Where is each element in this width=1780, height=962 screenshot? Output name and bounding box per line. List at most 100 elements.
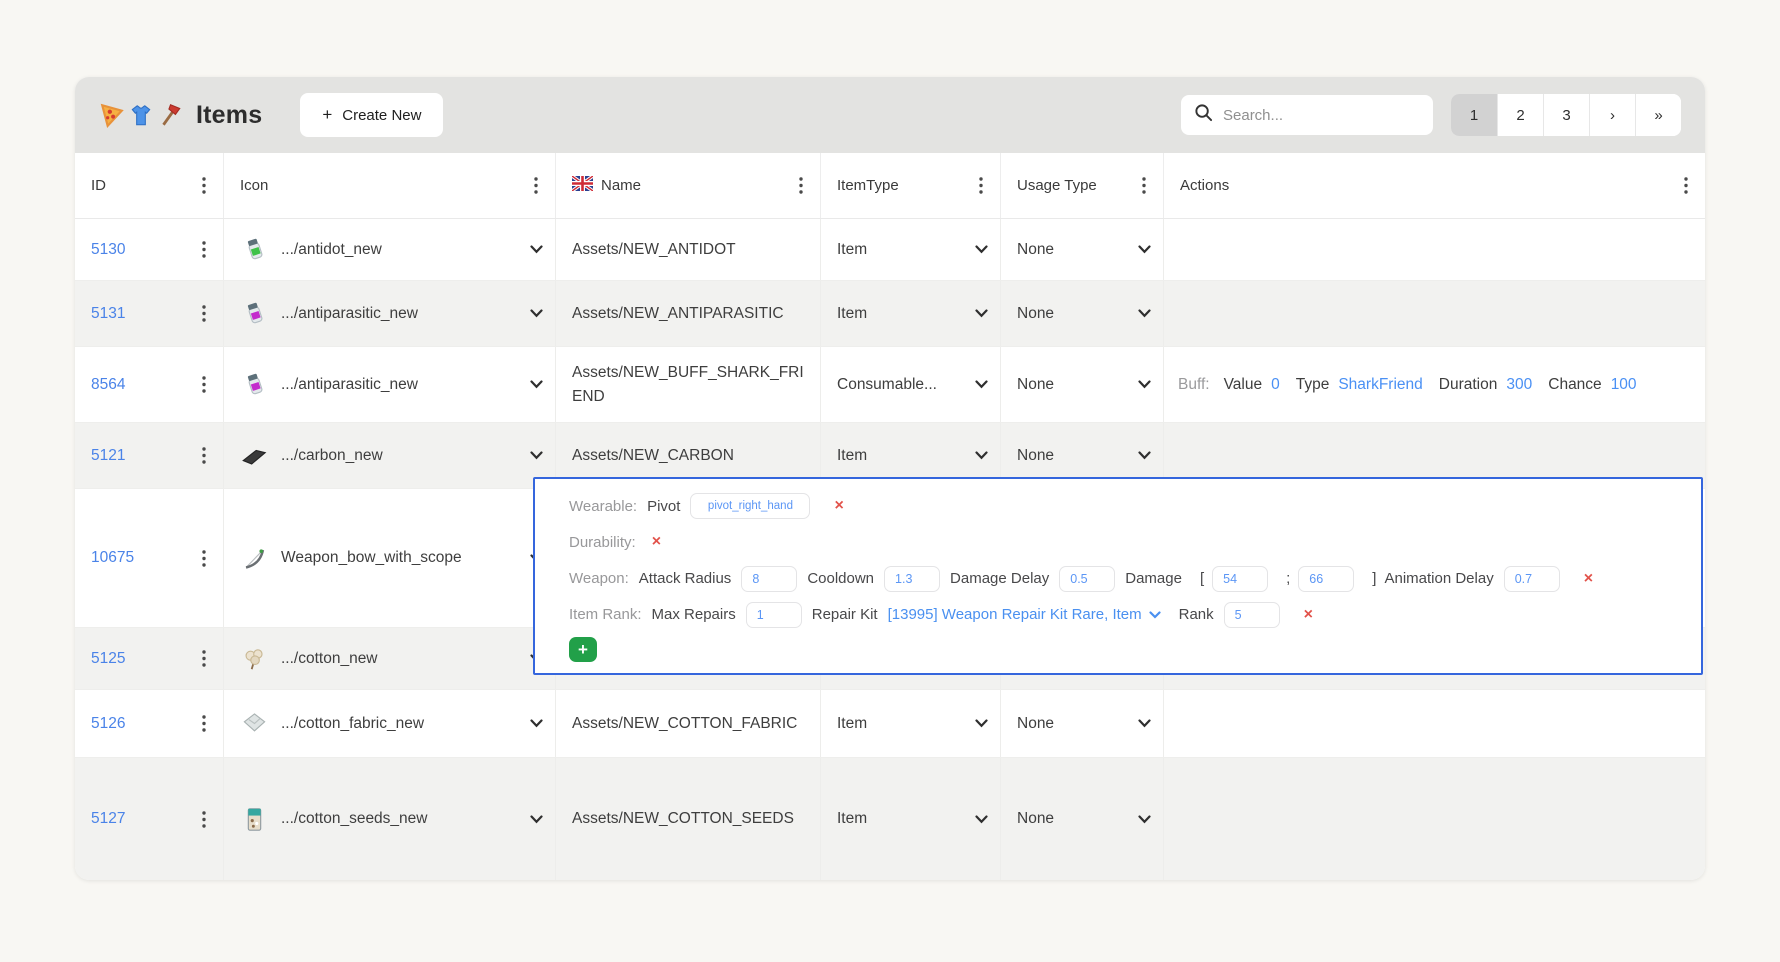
icon-select-cell[interactable]: .../cotton_fabric_new	[224, 690, 556, 757]
icon-select-cell[interactable]: .../carbon_new	[224, 423, 556, 488]
name-text: Assets/NEW_ANTIPARASITIC	[572, 302, 784, 325]
max-repairs-input[interactable]: 1	[746, 602, 802, 628]
icon-select-cell[interactable]: .../antidot_new	[224, 219, 556, 280]
rank-input[interactable]: 5	[1224, 602, 1280, 628]
row-menu-button[interactable]	[197, 305, 211, 323]
remove-item-rank-button[interactable]: ×	[1304, 607, 1313, 623]
row-menu-button[interactable]	[197, 650, 211, 668]
row-menu-button[interactable]	[197, 447, 211, 465]
action-field-value[interactable]: 100	[1611, 376, 1637, 394]
animation-delay-input[interactable]: 0.7	[1504, 566, 1560, 592]
actions-cell: Buff:Value0TypeSharkFriendDuration300Cha…	[1164, 347, 1705, 422]
remove-durability-button[interactable]: ×	[652, 534, 661, 550]
name-text: Assets/NEW_BUFF_SHARK_FRIEND	[572, 361, 810, 408]
usagetype-select[interactable]: None	[1001, 758, 1164, 880]
items-card: Items + Create New 123›» ID Icon	[75, 77, 1705, 880]
actions-cell	[1164, 281, 1705, 346]
pivot-input[interactable]: pivot_right_hand	[690, 493, 810, 519]
chevron-down-icon[interactable]	[1138, 309, 1151, 318]
pagination-button[interactable]: 2	[1497, 94, 1543, 136]
row-menu-button[interactable]	[197, 376, 211, 394]
row-id-link[interactable]: 8564	[91, 376, 125, 394]
column-menu-button[interactable]	[1137, 177, 1151, 195]
fabric-item-icon	[240, 710, 268, 738]
row-menu-button[interactable]	[197, 810, 211, 828]
pagination-button[interactable]: ›	[1589, 94, 1635, 136]
itemtype-select[interactable]: Item	[821, 690, 1001, 757]
column-menu-button[interactable]	[197, 177, 211, 195]
column-header-actions: Actions	[1164, 153, 1705, 218]
itemtype-select[interactable]: Consumable...	[821, 347, 1001, 422]
column-menu-button[interactable]	[974, 177, 988, 195]
row-id-link[interactable]: 5131	[91, 305, 125, 323]
chevron-down-icon[interactable]	[530, 245, 543, 254]
chevron-down-icon[interactable]	[530, 309, 543, 318]
column-menu-button[interactable]	[529, 177, 543, 195]
seeds-item-icon	[240, 805, 268, 833]
row-id-link[interactable]: 5130	[91, 241, 125, 259]
chevron-down-icon[interactable]	[1138, 245, 1151, 254]
chevron-down-icon[interactable]	[975, 245, 988, 254]
pagination-button[interactable]: »	[1635, 94, 1681, 136]
chevron-down-icon[interactable]	[530, 451, 543, 460]
chevron-down-icon[interactable]	[530, 815, 543, 824]
create-new-button[interactable]: + Create New	[300, 93, 443, 137]
chevron-down-icon[interactable]	[975, 380, 988, 389]
row-menu-button[interactable]	[197, 241, 211, 259]
chevron-down-icon[interactable]	[530, 380, 543, 389]
remove-weapon-button[interactable]: ×	[1584, 571, 1593, 587]
usagetype-select[interactable]: None	[1001, 219, 1164, 280]
add-property-button[interactable]: +	[569, 637, 597, 662]
usagetype-select[interactable]: None	[1001, 690, 1164, 757]
damage-min-input[interactable]: 54	[1212, 566, 1268, 592]
icon-select-cell[interactable]: .../cotton_seeds_new	[224, 758, 556, 880]
itemtype-value: Item	[837, 447, 867, 465]
repair-kit-link[interactable]: [13995] Weapon Repair Kit Rare, Item	[888, 606, 1161, 623]
name-cell: Assets/NEW_ANTIDOT	[556, 219, 821, 280]
chevron-down-icon[interactable]	[975, 309, 988, 318]
row-id-link[interactable]: 5125	[91, 650, 125, 668]
action-field-value[interactable]: 300	[1506, 376, 1532, 394]
pagination-button[interactable]: 3	[1543, 94, 1589, 136]
usagetype-select[interactable]: None	[1001, 347, 1164, 422]
icon-select-cell[interactable]: .../cotton_new	[224, 628, 556, 689]
chevron-down-icon[interactable]	[530, 719, 543, 728]
row-id-link[interactable]: 10675	[91, 549, 134, 567]
attack-radius-input[interactable]: 8	[741, 566, 797, 592]
chevron-down-icon[interactable]	[1138, 451, 1151, 460]
cooldown-label: Cooldown	[807, 570, 874, 587]
pagination-button[interactable]: 1	[1451, 94, 1497, 136]
cooldown-input[interactable]: 1.3	[884, 566, 940, 592]
icon-path-label: .../cotton_new	[281, 650, 517, 668]
itemtype-select[interactable]: Item	[821, 219, 1001, 280]
row-menu-button[interactable]	[197, 715, 211, 733]
icon-select-cell[interactable]: Weapon_bow_with_scope	[224, 489, 556, 627]
action-field-value[interactable]: SharkFriend	[1338, 376, 1422, 394]
action-field-value[interactable]: 0	[1271, 376, 1280, 394]
chevron-down-icon[interactable]	[1138, 719, 1151, 728]
chevron-down-icon[interactable]	[975, 451, 988, 460]
column-menu-button[interactable]	[794, 177, 808, 195]
icon-select-cell[interactable]: .../antiparasitic_new	[224, 347, 556, 422]
chevron-down-icon[interactable]	[1138, 380, 1151, 389]
remove-wearable-button[interactable]: ×	[834, 498, 843, 514]
row-id-link[interactable]: 5126	[91, 715, 125, 733]
damage-max-input[interactable]: 66	[1298, 566, 1354, 592]
row-id-link[interactable]: 5127	[91, 810, 125, 828]
row-menu-button[interactable]	[197, 549, 211, 567]
search-box[interactable]	[1181, 95, 1433, 135]
chevron-down-icon[interactable]	[1138, 815, 1151, 824]
uk-flag-icon	[572, 176, 593, 195]
damage-delay-input[interactable]: 0.5	[1059, 566, 1115, 592]
icon-select-cell[interactable]: .../antiparasitic_new	[224, 281, 556, 346]
weapon-line: Weapon: Attack Radius 8 Cooldown 1.3 Dam…	[569, 565, 1683, 593]
usagetype-select[interactable]: None	[1001, 281, 1164, 346]
column-menu-button[interactable]	[1679, 177, 1693, 195]
chevron-down-icon[interactable]	[975, 719, 988, 728]
search-input[interactable]	[1223, 107, 1422, 124]
itemtype-select[interactable]: Item	[821, 281, 1001, 346]
row-id-link[interactable]: 5121	[91, 447, 125, 465]
itemtype-select[interactable]: Item	[821, 758, 1001, 880]
chevron-down-icon[interactable]	[975, 815, 988, 824]
antidot-item-icon	[240, 236, 268, 264]
